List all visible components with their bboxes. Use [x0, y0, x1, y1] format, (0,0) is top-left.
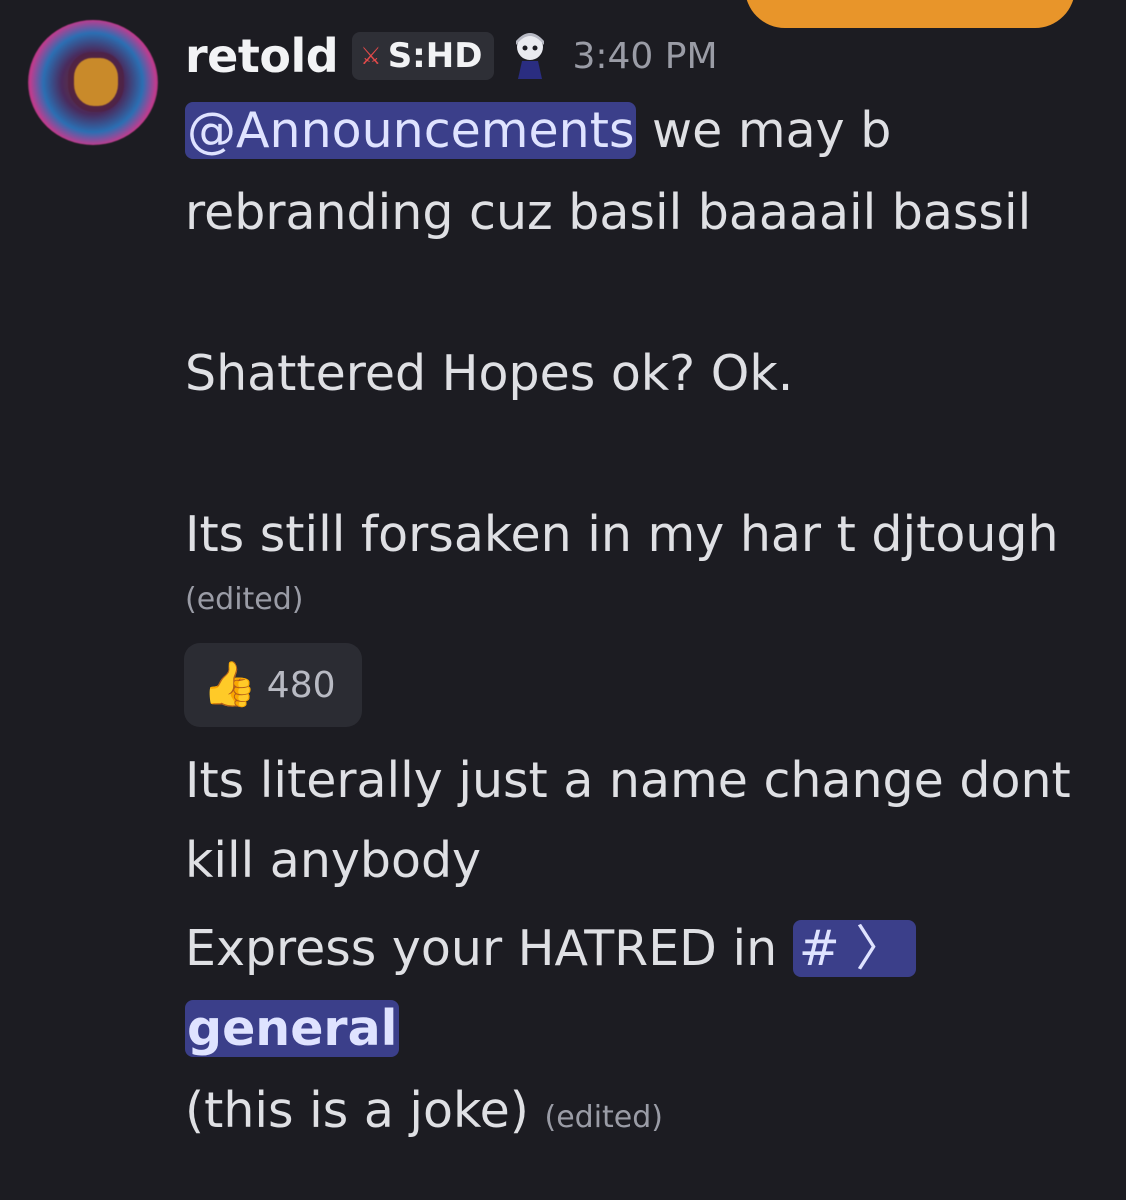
message-timestamp: 3:40 PM: [572, 35, 718, 77]
message-header: retold ⚔ S:HD 3:40 PM: [185, 26, 718, 86]
followup-line: kill anybody: [185, 832, 482, 889]
message-line: rebranding cuz basil baaaail bassil: [185, 184, 1032, 241]
followup-text: Express your HATRED in: [185, 920, 793, 977]
followup-line: Its literally just a name change dont: [185, 752, 1071, 809]
role-mention[interactable]: @Announcements: [185, 102, 637, 159]
reaction-count: 480: [266, 664, 336, 706]
message-line: Shattered Hopes ok? Ok.: [185, 345, 794, 402]
edited-label: (edited): [185, 582, 304, 617]
character-badge-icon[interactable]: [508, 31, 552, 81]
message-text: we may b: [636, 102, 892, 159]
followup-text: (this is a joke): [185, 1082, 529, 1139]
top-banner-pill[interactable]: [745, 0, 1075, 28]
chat-view: retold ⚔ S:HD 3:40 PM @Announcements we …: [0, 0, 1126, 1200]
author-name[interactable]: retold: [185, 29, 339, 83]
thumbs-up-reaction[interactable]: 👍 480: [184, 643, 362, 727]
followup-line: (this is a joke) (edited): [185, 1072, 663, 1157]
user-avatar[interactable]: [28, 20, 158, 145]
channel-mention-prefix[interactable]: # 〉: [792, 920, 917, 977]
followup-line: Express your HATRED in # 〉: [185, 910, 917, 988]
message-line: @Announcements we may b: [185, 92, 891, 170]
server-tag[interactable]: ⚔ S:HD: [352, 32, 495, 80]
server-tag-text: S:HD: [387, 36, 483, 76]
thumbs-up-icon: 👍: [202, 659, 257, 710]
avatar-face: [74, 58, 118, 106]
sword-icon: ⚔: [360, 42, 382, 70]
channel-mention-name[interactable]: general: [185, 1000, 400, 1057]
edited-label: (edited): [544, 1100, 664, 1135]
message-line: Its still forsaken in my har t djtough: [185, 506, 1059, 563]
channel-mention-line: general: [185, 990, 400, 1068]
